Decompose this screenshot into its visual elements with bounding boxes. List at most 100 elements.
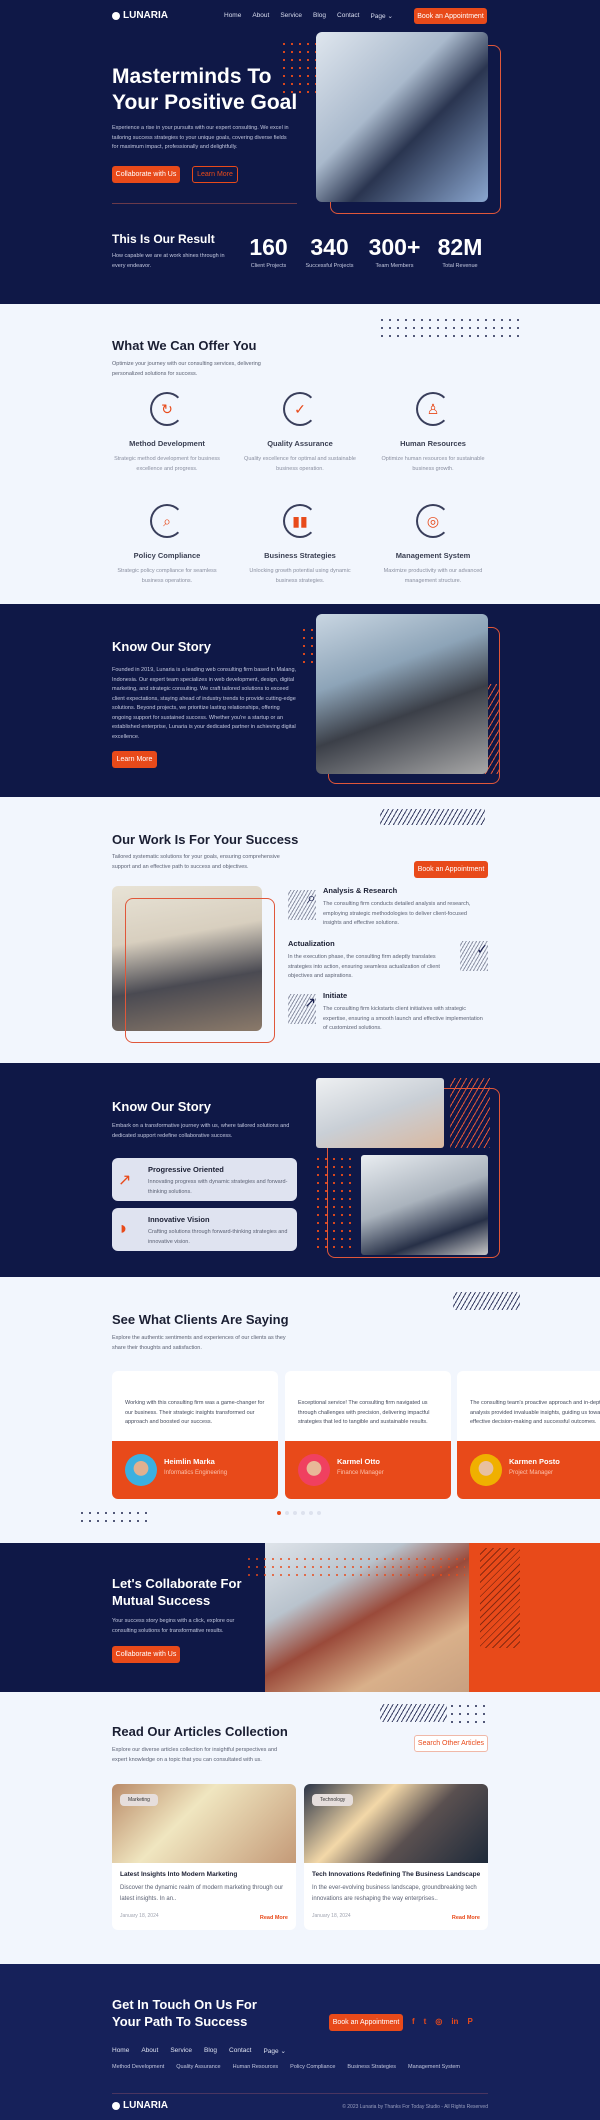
offer-section: What We Can Offer You Optimize your jour… [0,304,600,603]
arrow-up-right-icon: ↗ [288,994,316,1024]
article-date: January 18, 2024 [120,1913,159,1919]
footer-nav-home[interactable]: Home [112,2047,129,2055]
footer-title: Get In Touch On Us For Your Path To Succe… [112,1997,257,2029]
step-title: Actualization [288,939,335,948]
nav-blog[interactable]: Blog [313,12,326,20]
footer-service-link[interactable]: Business Strategies [347,2064,396,2070]
step-title: Analysis & Research [323,886,398,895]
work-text: Tailored systematic solutions for your g… [112,854,280,870]
footer-service-link[interactable]: Quality Assurance [176,2064,220,2070]
social-links: f t ◎ in P [412,2017,473,2026]
book-appointment-button[interactable]: Book an Appointment [414,861,488,878]
service-quality-assurance[interactable]: ✓ Quality Assurance Quality excellence for… [240,392,360,474]
footer-logo[interactable]: LUNARIA [112,2100,168,2111]
footer-service-link[interactable]: Policy Compliance [290,2064,335,2070]
articles-title: Read Our Articles Collection [112,1724,288,1739]
divider [112,203,297,204]
logo[interactable]: LUNARIA [112,10,168,21]
search-articles-button[interactable]: Search Other Articles [414,1735,488,1752]
half-circle-icon: ◗ [118,1218,129,1238]
handshake-image [361,1155,488,1255]
dots-decoration [448,1702,490,1724]
nav-contact[interactable]: Contact [337,12,359,20]
pagination-dot[interactable] [309,1511,313,1515]
footer-nav-blog[interactable]: Blog [204,2047,217,2055]
service-human-resources[interactable]: ♙ Human Resources Optimize human resources… [373,392,493,474]
footer-service-link[interactable]: Management System [408,2064,460,2070]
article-card[interactable]: Technology Tech Innovations Redefining T… [304,1784,488,1930]
service-management-system[interactable]: ◎ Management System Maximize productivity … [373,504,493,586]
pinterest-icon[interactable]: P [467,2017,472,2026]
collaborate-button[interactable]: Collaborate with Us [112,1646,180,1663]
read-more-link[interactable]: Read More [260,1915,288,1921]
nav-home[interactable]: Home [224,12,241,20]
facebook-icon[interactable]: f [412,2017,415,2026]
tag-badge: Marketing [120,1794,158,1806]
check-icon: ✓ [283,392,317,426]
pagination-dot[interactable] [285,1511,289,1515]
footer-nav-page[interactable]: Page ⌄ [263,2047,285,2055]
testimonials-text: Explore the authentic sentiments and exp… [112,1335,286,1351]
collaborate-title: Let's Collaborate For Mutual Success [112,1576,242,1608]
copyright: © 2023 Lunaria by Thanks For Today Studi… [342,2104,488,2110]
results-text: How capable we are at work shines throug… [112,253,225,269]
nav-about[interactable]: About [252,12,269,20]
pagination-dot[interactable] [301,1511,305,1515]
step-text: In the execution phase, the consulting f… [288,954,440,979]
handshake-desk-image [316,1078,444,1148]
pagination-dot[interactable] [317,1511,321,1515]
stripes-decoration [480,1548,520,1648]
hero-title: Masterminds To Your Positive Goal [112,65,298,114]
hero-image [316,32,488,202]
learn-more-button[interactable]: Learn More [112,751,157,768]
story2-title: Know Our Story [112,1099,211,1114]
nav-service[interactable]: Service [280,12,302,20]
avatar [470,1454,502,1486]
step-title: Initiate [323,991,348,1000]
collaborate-text: Your success story begins with a click, … [112,1618,235,1634]
chevron-down-icon: ⌄ [387,13,393,20]
bar-chart-icon: ▮▮ [283,504,317,538]
book-appointment-button[interactable]: Book an Appointment [329,2014,403,2031]
footer-nav-contact[interactable]: Contact [229,2047,251,2055]
carousel-pagination [277,1511,321,1515]
hero-section: LUNARIA Home About Service Blog Contact … [0,0,600,304]
instagram-icon[interactable]: ◎ [435,2017,442,2026]
footer-nav: Home About Service Blog Contact Page ⌄ [112,2047,286,2055]
collaborate-button[interactable]: Collaborate with Us [112,166,180,183]
testimonial-card: The consulting team's proactive approach… [457,1371,600,1499]
pagination-dot[interactable] [293,1511,297,1515]
article-title: Tech Innovations Redefining The Business… [312,1871,481,1878]
offer-title: What We Can Offer You [112,338,257,353]
footer-service-link[interactable]: Method Development [112,2064,164,2070]
read-more-link[interactable]: Read More [452,1915,480,1921]
pagination-dot-active[interactable] [277,1511,281,1515]
step-text: The consulting firm conducts detailed an… [323,901,471,926]
magnifier-icon: ⌕ [150,504,184,538]
dots-decoration [78,1509,148,1525]
story-title: Know Our Story [112,639,211,654]
testimonials-title: See What Clients Are Saying [112,1312,289,1327]
learn-more-button[interactable]: Learn More [192,166,238,183]
story2-section: Know Our Story Embark on a transformativ… [0,1063,600,1277]
article-card[interactable]: Marketing Latest Insights Into Modern Ma… [112,1784,296,1930]
magnifier-icon: ⌕ [288,890,316,920]
twitter-icon[interactable]: t [424,2017,427,2026]
logo-icon [112,2101,120,2110]
work-title: Our Work Is For Your Success [112,832,299,847]
footer-service-link[interactable]: Human Resources [233,2064,279,2070]
dots-decoration [378,316,524,342]
story2-text: Embark on a transformative journey with … [112,1123,290,1139]
service-method-development[interactable]: ↻ Method Development Strategic method deve… [107,392,227,474]
team-image [316,614,488,774]
footer-nav-about[interactable]: About [141,2047,158,2055]
nav-page[interactable]: Page ⌄ [370,12,392,20]
trend-up-icon: ↗ [118,1172,132,1189]
service-business-strategies[interactable]: ▮▮ Business Strategies Unlocking growth po… [240,504,360,586]
footer-nav-service[interactable]: Service [170,2047,192,2055]
work-section: Our Work Is For Your Success Tailored sy… [0,797,600,1063]
book-appointment-button[interactable]: Book an Appointment [414,8,487,24]
step-text: The consulting firm kickstarts client in… [323,1006,483,1031]
service-policy-compliance[interactable]: ⌕ Policy Compliance Strategic policy compl… [107,504,227,586]
linkedin-icon[interactable]: in [451,2017,458,2026]
